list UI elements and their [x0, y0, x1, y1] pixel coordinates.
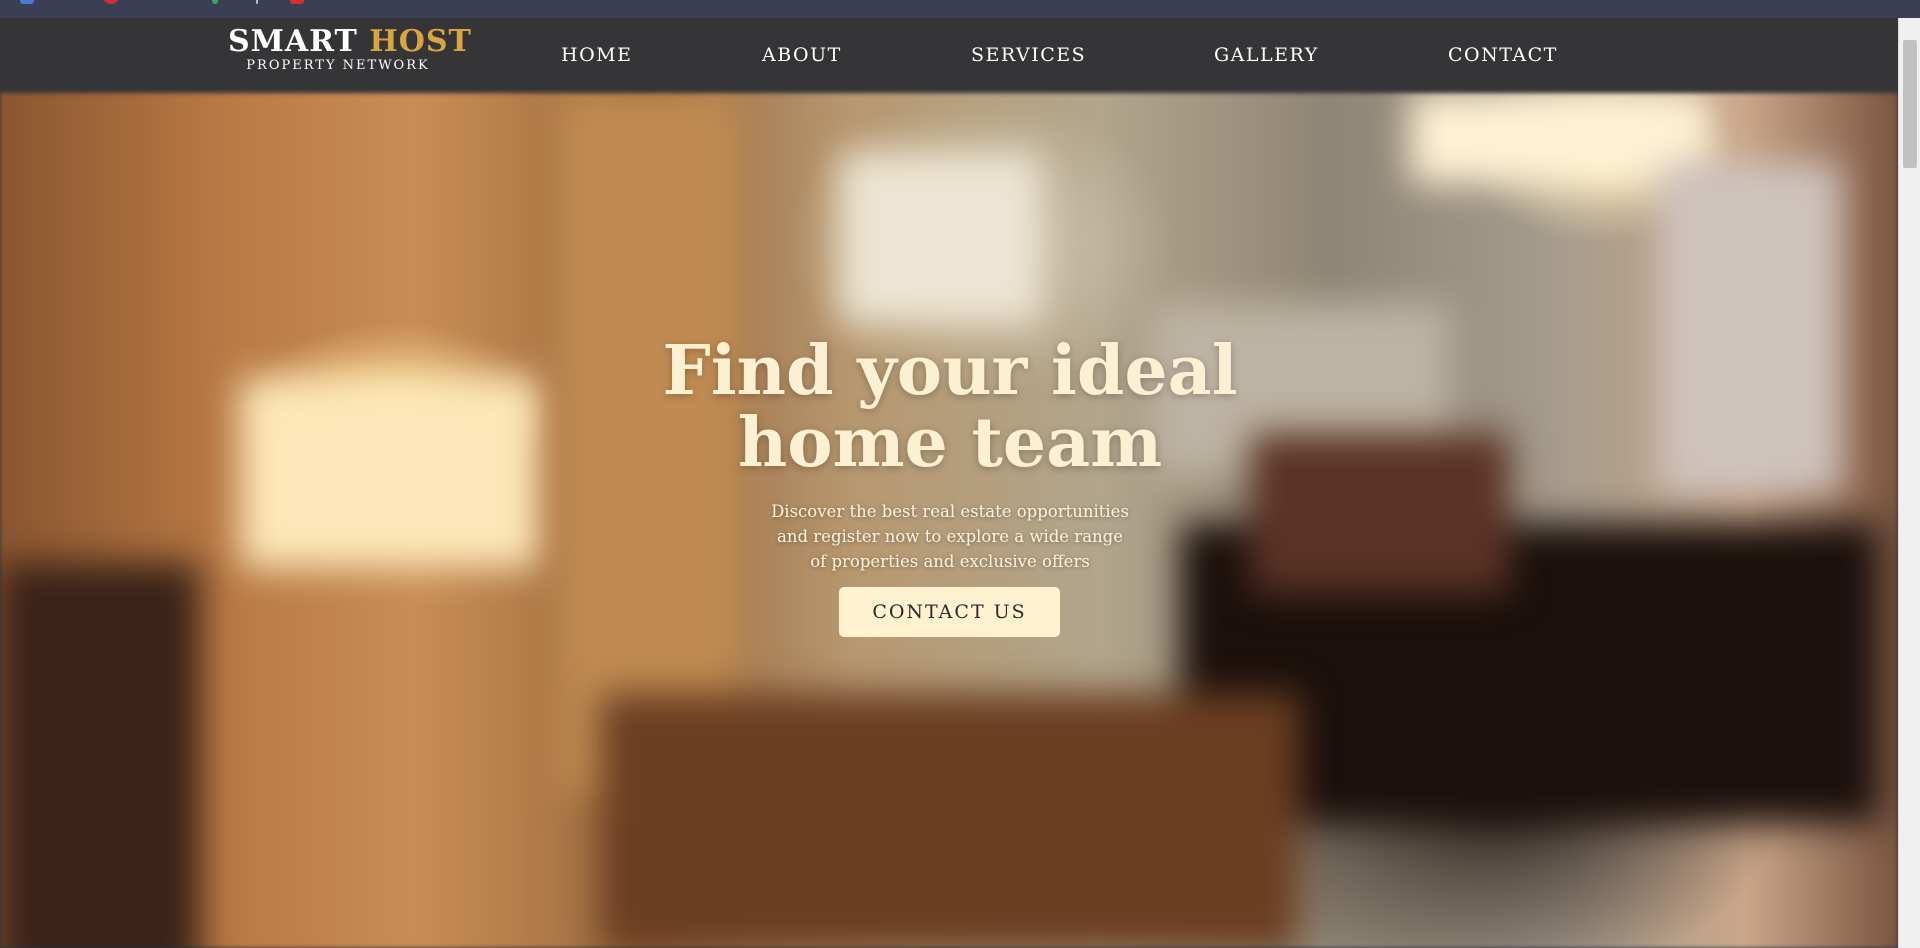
logo-wordmark: SMART HOST	[228, 24, 471, 60]
nav-link-gallery[interactable]: GALLERY	[1214, 44, 1319, 66]
hero-title-line1: Find your ideal	[662, 331, 1238, 411]
hero-content: Find your ideal home team Discover the b…	[0, 93, 1898, 948]
browser-icon	[256, 0, 258, 4]
scrollbar-thumb[interactable]	[1903, 40, 1917, 168]
hero-subtitle: Discover the best real estate opportunit…	[771, 502, 1129, 571]
hero-title: Find your ideal home team	[560, 335, 1340, 479]
nav-link-services[interactable]: SERVICES	[971, 44, 1086, 66]
site-logo[interactable]: SMART HOST PROPERTY NETWORK	[228, 24, 471, 74]
browser-icon	[20, 0, 34, 4]
nav-link-about[interactable]: ABOUT	[762, 44, 842, 66]
main-navbar: SMART HOST PROPERTY NETWORK HOME ABOUT S…	[0, 18, 1898, 93]
logo-word-host: HOST	[369, 24, 472, 59]
logo-tagline: PROPERTY NETWORK	[246, 58, 430, 73]
nav-link-home[interactable]: HOME	[561, 44, 632, 66]
browser-icon	[290, 0, 304, 4]
hero-title-line2: home team	[737, 403, 1163, 483]
browser-toolbar-strip	[0, 0, 1920, 18]
browser-icon	[104, 0, 118, 4]
browser-icon	[212, 0, 218, 4]
page-scrollbar[interactable]	[1898, 18, 1920, 948]
contact-us-button[interactable]: CONTACT US	[839, 587, 1060, 637]
logo-word-smart: SMART	[228, 24, 358, 59]
nav-link-contact[interactable]: CONTACT	[1448, 44, 1558, 66]
